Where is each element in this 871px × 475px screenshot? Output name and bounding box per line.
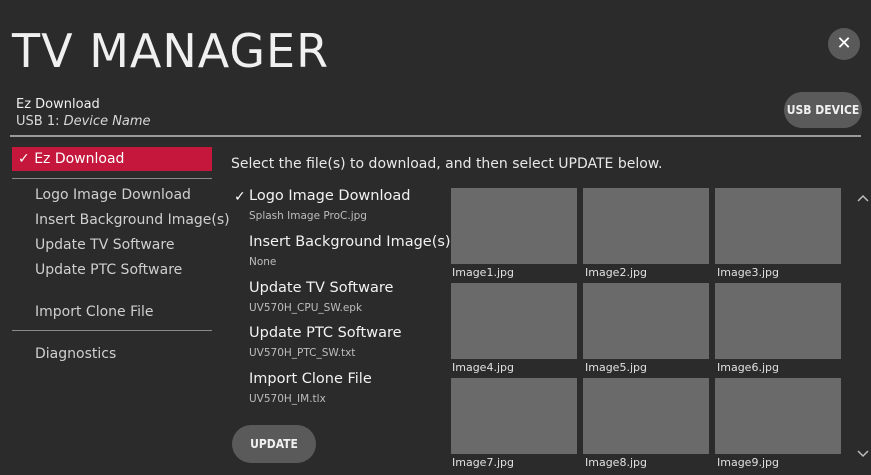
checkmark-icon: ✓	[18, 151, 30, 167]
file-option-logo-image-download[interactable]: Logo Image Download	[249, 188, 410, 204]
file-name: UV570H_CPU_SW.epk	[249, 302, 363, 314]
image-label: Image4.jpg	[452, 361, 514, 374]
image-thumbnail[interactable]	[583, 188, 709, 264]
image-label: Image7.jpg	[452, 456, 514, 469]
image-label: Image5.jpg	[585, 361, 647, 374]
file-name: Splash Image ProC.jpg	[249, 210, 367, 222]
image-thumbnail[interactable]	[451, 378, 577, 454]
file-option-update-ptc-software[interactable]: Update PTC Software	[249, 325, 402, 341]
sidebar-item-label: Ez Download	[34, 151, 125, 167]
chevron-down-icon[interactable]	[857, 446, 869, 462]
instruction-text: Select the file(s) to download, and then…	[231, 156, 663, 172]
page-title: TV MANAGER	[12, 24, 330, 78]
image-thumbnail[interactable]	[583, 283, 709, 359]
file-name: UV570H_PTC_SW.txt	[249, 347, 356, 359]
checkmark-icon: ✓	[234, 189, 246, 205]
image-label: Image3.jpg	[717, 266, 779, 279]
usb-device-button[interactable]: USB DEVICE	[784, 92, 862, 128]
sidebar-item-logo-image-download[interactable]: Logo Image Download	[35, 187, 191, 203]
sidebar-divider	[12, 178, 212, 179]
image-thumbnail[interactable]	[451, 188, 577, 264]
header-divider	[10, 135, 861, 137]
sidebar-item-import-clone-file[interactable]: Import Clone File	[35, 304, 154, 320]
image-thumbnail[interactable]	[715, 378, 841, 454]
sidebar-item-ez-download[interactable]: ✓ Ez Download	[12, 147, 212, 171]
sidebar-item-insert-background-images[interactable]: Insert Background Image(s)	[35, 212, 230, 228]
image-thumbnail[interactable]	[715, 283, 841, 359]
image-label: Image2.jpg	[585, 266, 647, 279]
device-name: Device Name	[63, 114, 151, 129]
close-icon: ✕	[836, 33, 852, 54]
sidebar-item-diagnostics[interactable]: Diagnostics	[35, 346, 116, 362]
image-thumbnail[interactable]	[583, 378, 709, 454]
file-option-insert-background-images[interactable]: Insert Background Image(s)	[249, 234, 451, 250]
file-option-update-tv-software[interactable]: Update TV Software	[249, 280, 393, 296]
close-button[interactable]: ✕	[828, 28, 860, 60]
file-name: UV570H_IM.tlx	[249, 393, 326, 405]
image-label: Image1.jpg	[452, 266, 514, 279]
sidebar-divider	[12, 330, 212, 331]
image-label: Image6.jpg	[717, 361, 779, 374]
image-label: Image8.jpg	[585, 456, 647, 469]
file-name: None	[249, 256, 277, 268]
sidebar-item-update-ptc-software[interactable]: Update PTC Software	[35, 262, 182, 278]
chevron-up-icon[interactable]	[857, 190, 869, 206]
file-option-import-clone-file[interactable]: Import Clone File	[249, 371, 372, 387]
sidebar-item-update-tv-software[interactable]: Update TV Software	[35, 237, 174, 253]
usb-prefix: USB 1:	[16, 114, 60, 129]
update-button[interactable]: UPDATE	[232, 425, 316, 463]
image-thumbnail[interactable]	[451, 283, 577, 359]
image-thumbnail[interactable]	[715, 188, 841, 264]
mode-label: Ez Download	[16, 97, 100, 112]
image-label: Image9.jpg	[717, 456, 779, 469]
usb-device-line: USB 1: Device Name	[16, 114, 151, 129]
